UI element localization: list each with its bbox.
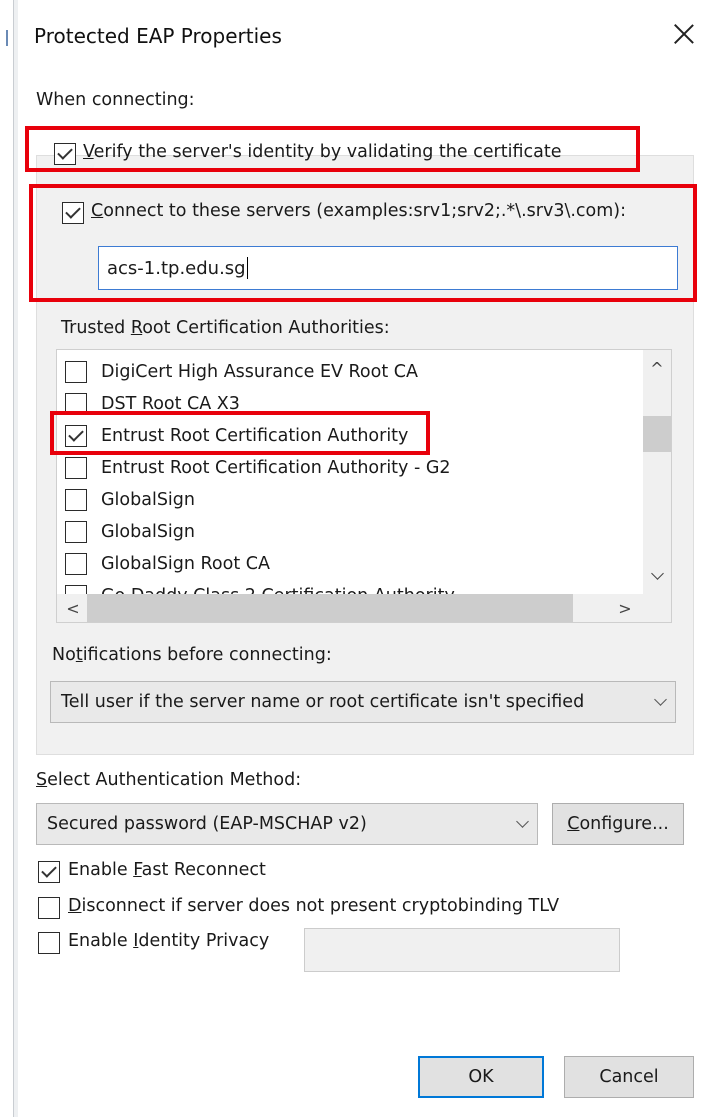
configure-label: onfigure... <box>579 814 669 834</box>
fast-reconnect-post: ast Reconnect <box>141 860 266 880</box>
configure-mnemonic: C <box>567 814 580 834</box>
notifications-select[interactable]: Tell user if the server name or root cer… <box>50 681 676 723</box>
connect-label-text: onnect to these servers (examples:srv1;s… <box>103 201 627 221</box>
list-item-cert-6[interactable]: GlobalSign Root CA <box>57 548 647 580</box>
cert-checkbox-1[interactable] <box>65 393 87 415</box>
background-window-border <box>13 0 18 1117</box>
identity-privacy-pre: Enable <box>68 931 134 951</box>
cryptobinding-post: isconnect if server does not present cry… <box>81 896 560 916</box>
fast-reconnect-label[interactable]: Enable Fast Reconnect <box>68 860 266 880</box>
fast-reconnect-mnemonic: F <box>133 860 142 880</box>
auth-method-selected-value: Secured password (EAP-MSCHAP v2) <box>47 814 367 834</box>
verify-identity-checkbox[interactable] <box>54 143 76 165</box>
connect-servers-checkbox[interactable] <box>62 202 84 224</box>
list-item-cert-0[interactable]: DigiCert High Assurance EV Root CA <box>57 356 647 388</box>
list-item-cert-5[interactable]: GlobalSign <box>57 516 647 548</box>
dialog-title: Protected EAP Properties <box>34 24 282 48</box>
list-item-cert-1[interactable]: DST Root CA X3 <box>57 388 647 420</box>
fast-reconnect-checkbox[interactable] <box>38 861 60 883</box>
peap-properties-dialog: Protected EAP Properties When connecting… <box>22 0 708 1117</box>
cert-checkbox-5[interactable] <box>65 521 87 543</box>
scroll-left-icon[interactable]: < <box>59 594 87 622</box>
auth-method-mnemonic: S <box>36 770 48 790</box>
list-item-cert-2[interactable]: Entrust Root Certification Authority <box>57 420 647 452</box>
auth-method-label-text: elect Authentication Method: <box>47 770 302 790</box>
notifications-label-post: ifications before connecting: <box>82 645 332 665</box>
when-connecting-label: When connecting: <box>36 90 195 110</box>
trusted-root-list[interactable]: DigiCert High Assurance EV Root CA DST R… <box>56 349 672 623</box>
notifications-selected-value: Tell user if the server name or root cer… <box>61 692 585 712</box>
chevron-down-icon <box>654 693 667 706</box>
horizontal-scroll-thumb[interactable] <box>87 594 573 622</box>
cert-label-5: GlobalSign <box>101 522 195 542</box>
trusted-root-mnemonic: R <box>130 318 143 338</box>
cert-checkbox-2[interactable] <box>65 425 87 447</box>
cryptobinding-label[interactable]: Disconnect if server does not present cr… <box>68 896 559 916</box>
scroll-down-icon[interactable] <box>643 562 671 590</box>
cert-checkbox-6[interactable] <box>65 553 87 575</box>
vertical-scrollbar[interactable]: ^ <box>643 350 671 596</box>
close-icon[interactable] <box>670 20 698 48</box>
vertical-scroll-thumb[interactable] <box>643 416 671 452</box>
scroll-right-icon[interactable]: > <box>611 594 639 622</box>
cert-label-1: DST Root CA X3 <box>101 394 240 414</box>
identity-privacy-post: dentity Privacy <box>138 931 270 951</box>
background-window-fragment <box>6 30 8 46</box>
auth-method-label: Select Authentication Method: <box>36 770 301 790</box>
background-window-edge <box>0 0 22 1117</box>
trusted-root-label-pre: Trusted <box>61 318 131 338</box>
identity-privacy-label[interactable]: Enable Identity Privacy <box>68 931 269 951</box>
cert-label-6: GlobalSign Root CA <box>101 554 270 574</box>
scroll-up-icon[interactable]: ^ <box>643 354 671 382</box>
cert-checkbox-4[interactable] <box>65 489 87 511</box>
servers-input-value: acs-1.tp.edu.sg <box>107 257 246 279</box>
servers-input[interactable]: acs-1.tp.edu.sg <box>98 246 678 290</box>
configure-button[interactable]: Configure... <box>552 803 684 845</box>
cancel-button[interactable]: Cancel <box>564 1056 694 1098</box>
connect-servers-label[interactable]: Connect to these servers (examples:srv1;… <box>91 201 626 221</box>
cert-label-0: DigiCert High Assurance EV Root CA <box>101 362 418 382</box>
notifications-mnemonic: t <box>75 645 83 665</box>
list-item-cert-4[interactable]: GlobalSign <box>57 484 647 516</box>
cert-label-2: Entrust Root Certification Authority <box>101 426 409 446</box>
connect-mnemonic: C <box>91 201 104 221</box>
cryptobinding-mnemonic: D <box>68 896 82 916</box>
cryptobinding-checkbox[interactable] <box>38 897 60 919</box>
scrollbar-corner <box>643 594 671 622</box>
verify-mnemonic: V <box>83 142 94 162</box>
cert-label-3: Entrust Root Certification Authority - G… <box>101 458 451 478</box>
ok-button[interactable]: OK <box>418 1056 544 1098</box>
trusted-root-label: Trusted Root Certification Authorities: <box>61 318 390 338</box>
verify-label-text: erify the server's identity by validatin… <box>93 142 562 162</box>
verify-identity-label[interactable]: Verify the server's identity by validati… <box>83 142 561 162</box>
chevron-down-icon <box>516 815 529 828</box>
notifications-label-pre: No <box>52 645 76 665</box>
identity-privacy-checkbox[interactable] <box>38 932 60 954</box>
trusted-root-label-post: oot Certification Authorities: <box>142 318 390 338</box>
cert-checkbox-0[interactable] <box>65 361 87 383</box>
identity-privacy-input <box>304 928 620 972</box>
cert-label-4: GlobalSign <box>101 490 195 510</box>
list-item-cert-3[interactable]: Entrust Root Certification Authority - G… <box>57 452 647 484</box>
notifications-label: Notifications before connecting: <box>52 645 332 665</box>
text-caret <box>246 257 248 279</box>
fast-reconnect-pre: Enable <box>68 860 134 880</box>
horizontal-scrollbar[interactable]: < > <box>57 594 671 622</box>
cert-checkbox-3[interactable] <box>65 457 87 479</box>
auth-method-select[interactable]: Secured password (EAP-MSCHAP v2) <box>36 803 538 845</box>
